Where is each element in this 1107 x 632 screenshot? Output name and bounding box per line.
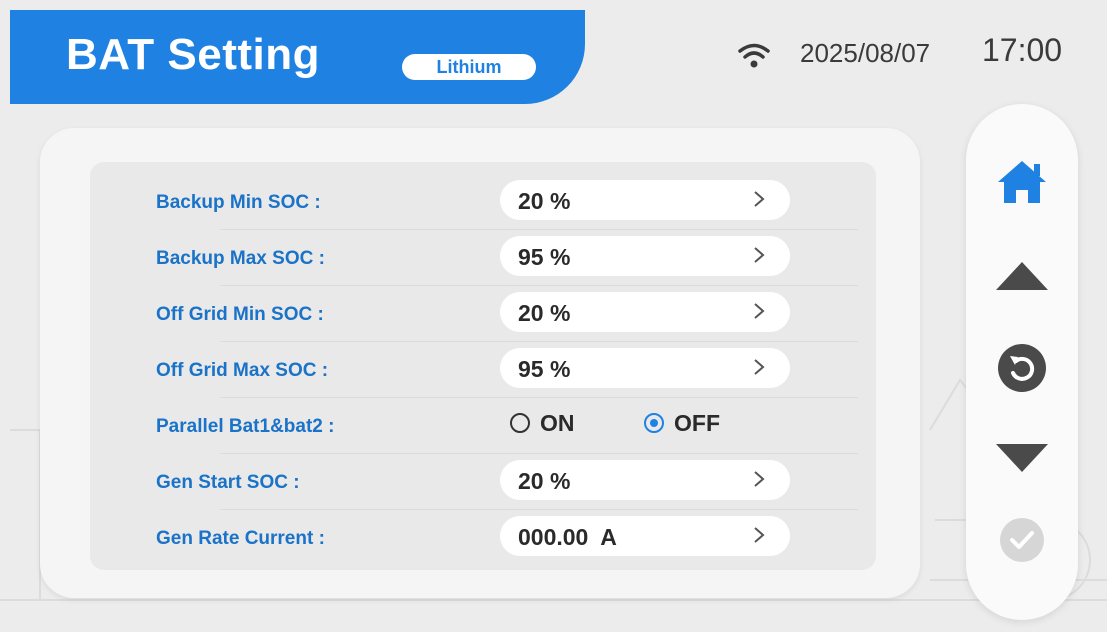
radio-label: OFF [674, 410, 720, 436]
radio-checked-icon [644, 413, 664, 433]
radio-off[interactable]: OFF [644, 408, 754, 442]
setting-label: Backup Max SOC : [156, 248, 325, 269]
setting-label: Parallel Bat1&bat2 : [156, 416, 335, 437]
home-button[interactable] [966, 154, 1078, 210]
chevron-right-icon [754, 191, 765, 207]
setting-label: Off Grid Min SOC : [156, 304, 324, 325]
setting-row-backup-min-soc: Backup Min SOC : 20 % [90, 174, 876, 230]
chevron-right-icon [754, 359, 765, 375]
radio-unchecked-icon [510, 413, 530, 433]
setting-label: Backup Min SOC : [156, 192, 321, 213]
setting-label: Gen Start SOC : [156, 472, 300, 493]
backup-min-soc-field[interactable]: 20 % [500, 180, 790, 220]
setting-value: 000.00 A [518, 524, 617, 550]
chevron-right-icon [754, 247, 765, 263]
setting-value: 20 % [518, 468, 571, 494]
page-title: BAT Setting [66, 30, 320, 79]
chevron-right-icon [754, 527, 765, 543]
home-icon [998, 161, 1046, 203]
confirm-button[interactable] [966, 512, 1078, 568]
setting-label: Off Grid Max SOC : [156, 360, 329, 381]
setting-value: 20 % [518, 188, 571, 214]
wifi-icon [738, 43, 770, 68]
setting-row-off-grid-max-soc: Off Grid Max SOC : 95 % [90, 342, 876, 398]
gen-start-soc-field[interactable]: 20 % [500, 460, 790, 500]
back-button[interactable] [966, 340, 1078, 396]
setting-value: 95 % [518, 244, 571, 270]
arrow-up-icon [996, 262, 1048, 290]
chevron-right-icon [754, 303, 765, 319]
arrow-down-icon [996, 444, 1048, 472]
off-grid-max-soc-field[interactable]: 95 % [500, 348, 790, 388]
setting-row-off-grid-min-soc: Off Grid Min SOC : 20 % [90, 286, 876, 342]
setting-row-backup-max-soc: Backup Max SOC : 95 % [90, 230, 876, 286]
setting-value: 20 % [518, 300, 571, 326]
setting-row-gen-start-soc: Gen Start SOC : 20 % [90, 454, 876, 510]
setting-value: 95 % [518, 356, 571, 382]
chevron-right-icon [754, 471, 765, 487]
time-display: 17:00 [982, 32, 1063, 68]
gen-rate-current-field[interactable]: 000.00 A [500, 516, 790, 556]
setting-row-parallel-bat: Parallel Bat1&bat2 : ON OFF [90, 398, 876, 454]
confirm-icon [1000, 518, 1044, 562]
off-grid-min-soc-field[interactable]: 20 % [500, 292, 790, 332]
scroll-up-button[interactable] [966, 252, 1078, 300]
backup-max-soc-field[interactable]: 95 % [500, 236, 790, 276]
radio-on[interactable]: ON [510, 408, 610, 442]
battery-type-badge: Lithium [402, 54, 536, 80]
navigation-sidebar [966, 104, 1078, 620]
scroll-down-button[interactable] [966, 434, 1078, 482]
radio-label: ON [540, 410, 575, 436]
setting-row-gen-rate-current: Gen Rate Current : 000.00 A [90, 510, 876, 566]
back-icon [998, 344, 1046, 392]
date-display: 2025/08/07 [800, 38, 931, 68]
setting-label: Gen Rate Current : [156, 528, 325, 549]
